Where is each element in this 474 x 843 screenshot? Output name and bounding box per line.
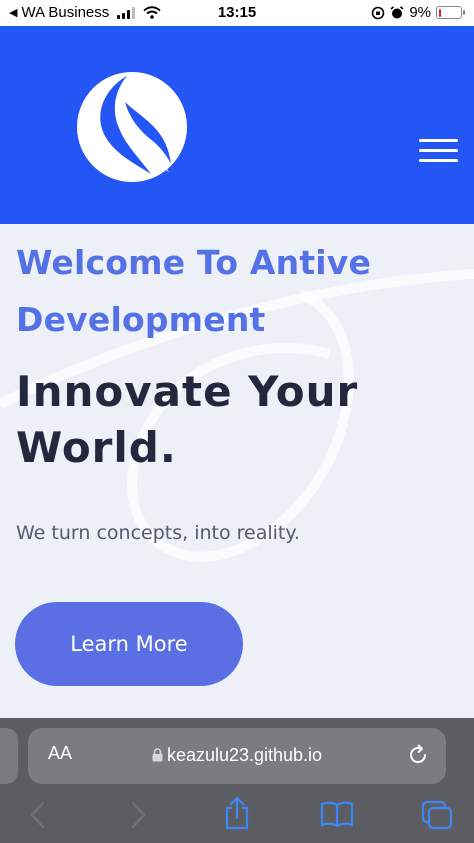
hamburger-icon[interactable] — [419, 139, 458, 163]
learn-more-button[interactable]: Learn More — [15, 602, 243, 686]
status-bar: ◀ WA Business 13:15 9% — [0, 0, 474, 26]
url-text: keazulu23.github.io — [166, 745, 323, 765]
antive-logo[interactable] — [77, 72, 187, 182]
lock-icon — [152, 748, 163, 762]
back-arrow-icon[interactable] — [28, 800, 48, 830]
hero-section: Welcome To Antive Development Innovate Y… — [0, 224, 474, 718]
status-right: 9% — [371, 4, 465, 21]
orientation-lock-icon — [372, 6, 385, 19]
tagline-heading: Innovate Your World. — [16, 367, 359, 472]
tabs-icon[interactable] — [421, 800, 453, 830]
forward-arrow-icon[interactable] — [128, 800, 148, 830]
welcome-heading: Welcome To Antive Development — [16, 243, 372, 339]
battery-icon — [436, 6, 465, 19]
browser-bottom-bar: AA keazulu23.github.io — [0, 718, 474, 843]
bookmarks-icon[interactable] — [320, 800, 354, 828]
browser-toolbar — [0, 796, 474, 836]
share-icon[interactable] — [224, 796, 250, 830]
hero-subtitle: We turn concepts, into reality. — [16, 522, 300, 544]
reload-icon[interactable] — [406, 743, 430, 767]
previous-tab-preview[interactable] — [0, 728, 18, 784]
battery-level-fill — [438, 8, 442, 17]
address-bar[interactable]: AA keazulu23.github.io — [28, 728, 446, 784]
battery-percent: 9% — [409, 4, 431, 21]
url-display[interactable]: keazulu23.github.io — [28, 745, 446, 766]
site-header — [0, 26, 474, 224]
alarm-icon — [390, 5, 404, 18]
